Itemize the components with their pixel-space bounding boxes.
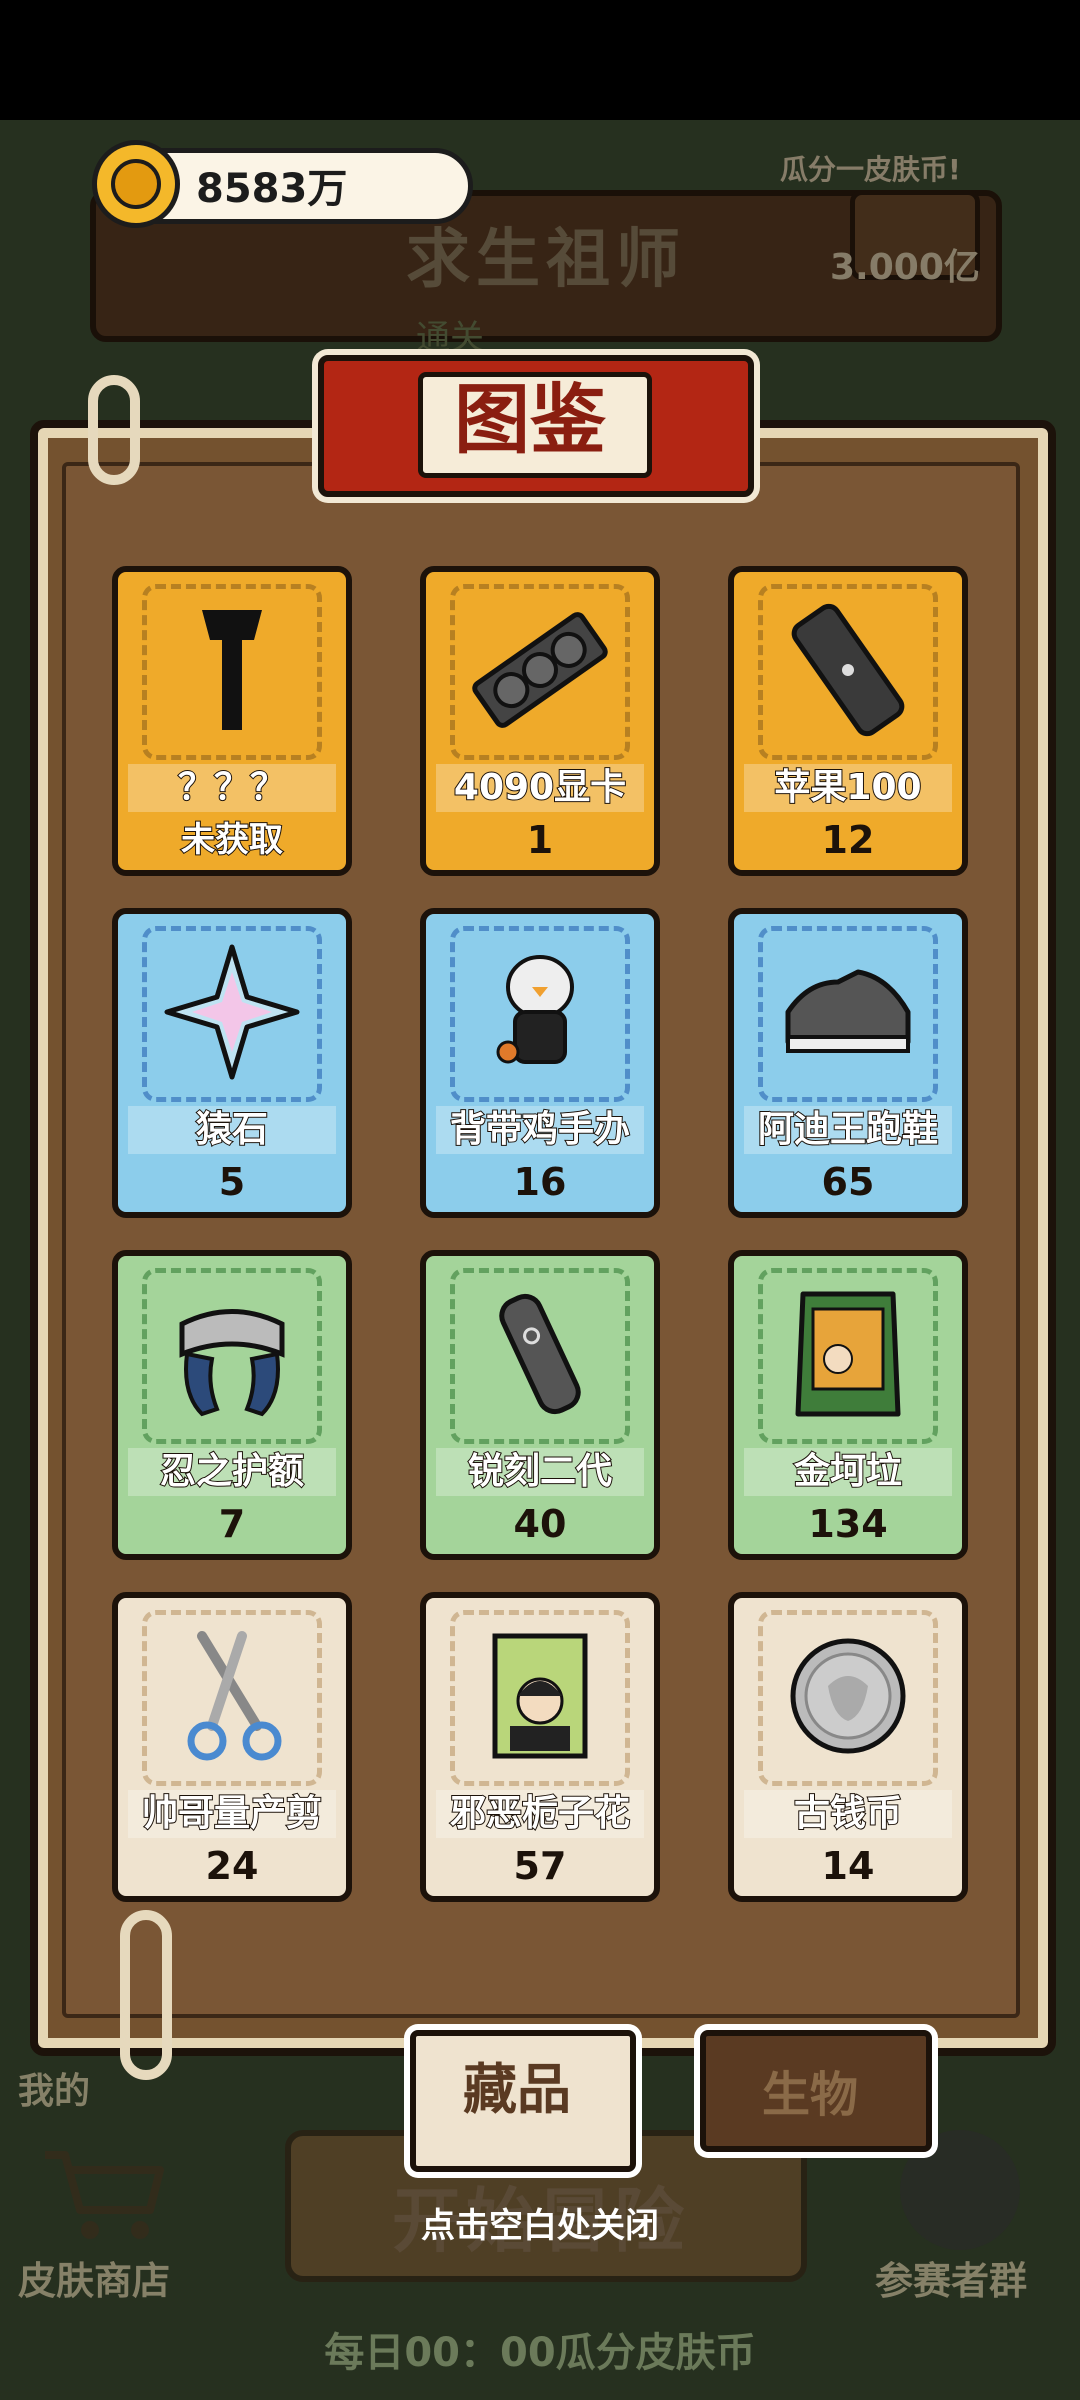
ninja-headband-icon bbox=[179, 1309, 285, 1417]
item-card[interactable]: 帅哥量产剪 24 bbox=[112, 1592, 352, 1902]
graphics-card-icon bbox=[472, 612, 608, 728]
item-count: 1 bbox=[526, 818, 554, 862]
item-count: 24 bbox=[205, 1844, 259, 1888]
coin-icon bbox=[790, 1638, 906, 1754]
item-count: 14 bbox=[821, 1844, 875, 1888]
sneaker-icon bbox=[785, 969, 911, 1053]
e-cigarette-icon bbox=[499, 1293, 581, 1415]
item-name: 苹果100 bbox=[773, 766, 922, 809]
item-name: 帅哥量产剪 bbox=[141, 1792, 323, 1835]
item-card[interactable]: 金坷垃 134 bbox=[728, 1250, 968, 1560]
item-card[interactable]: 苹果100 12 bbox=[728, 566, 968, 876]
item-count: 5 bbox=[218, 1160, 246, 1204]
item-card[interactable]: 古钱币 14 bbox=[728, 1592, 968, 1902]
item-card[interactable]: 猿石 5 bbox=[112, 908, 352, 1218]
close-hint: 点击空白处关闭 bbox=[421, 2206, 659, 2246]
daily-reward-label: 每日00：00瓜分皮肤币 bbox=[324, 2330, 756, 2376]
item-name: 4090显卡 bbox=[453, 766, 627, 809]
item-name: ？？？ bbox=[177, 766, 287, 809]
mystery-silhouette-icon bbox=[202, 610, 262, 730]
item-count: 134 bbox=[808, 1502, 888, 1546]
tab-collection-label: 藏品 bbox=[463, 2058, 571, 2121]
my-label: 我的 bbox=[18, 2071, 91, 2112]
item-count: 16 bbox=[513, 1160, 567, 1204]
rope-ring-icon bbox=[120, 1910, 172, 2080]
item-name: 阿迪王跑鞋 bbox=[757, 1108, 939, 1151]
coin-value: 8583万 bbox=[196, 166, 348, 212]
item-card[interactable]: 锐刻二代 40 bbox=[420, 1250, 660, 1560]
gold-coin-icon bbox=[92, 140, 180, 228]
fertilizer-bag-icon bbox=[795, 1291, 901, 1417]
item-card[interactable]: 忍之护额 7 bbox=[112, 1250, 352, 1560]
book-icon bbox=[492, 1633, 588, 1759]
item-count: 12 bbox=[821, 818, 875, 862]
item-card[interactable]: ？？？ 未获取 bbox=[112, 566, 352, 876]
skin-shop-label[interactable]: 皮肤商店 bbox=[18, 2250, 170, 2305]
item-card[interactable]: 背带鸡手办 16 bbox=[420, 908, 660, 1218]
item-name: 忍之护额 bbox=[159, 1450, 305, 1493]
crystal-star-icon bbox=[164, 944, 300, 1080]
contestant-group-label[interactable]: 参赛者群 bbox=[875, 2250, 1027, 2305]
item-grid: ？？？ 未获取 4090显卡 1 苹果100 12 猿石 5 背带鸡手办 16 … bbox=[112, 566, 972, 1902]
rope-ring-icon bbox=[88, 375, 140, 485]
item-count: 未获取 bbox=[180, 819, 284, 861]
item-card[interactable]: 4090显卡 1 bbox=[420, 566, 660, 876]
item-count: 7 bbox=[218, 1502, 246, 1546]
dialog-title: 图鉴 bbox=[454, 375, 606, 464]
item-name: 古钱币 bbox=[793, 1792, 903, 1835]
item-count: 65 bbox=[821, 1160, 875, 1204]
item-name: 背带鸡手办 bbox=[449, 1108, 631, 1151]
item-card[interactable]: 阿迪王跑鞋 65 bbox=[728, 908, 968, 1218]
item-name: 邪恶栀子花 bbox=[449, 1792, 631, 1835]
item-card[interactable]: 邪恶栀子花 57 bbox=[420, 1592, 660, 1902]
item-name: 金坷垃 bbox=[793, 1450, 903, 1493]
tab-creature-label: 生物 bbox=[761, 2067, 858, 2123]
item-count: 57 bbox=[513, 1844, 567, 1888]
item-count: 40 bbox=[513, 1502, 567, 1546]
item-name: 锐刻二代 bbox=[467, 1450, 613, 1493]
item-name: 猿石 bbox=[195, 1108, 269, 1151]
phone-icon bbox=[791, 603, 905, 737]
chicken-figurine-icon bbox=[496, 955, 574, 1064]
scissors-icon bbox=[187, 1631, 282, 1761]
